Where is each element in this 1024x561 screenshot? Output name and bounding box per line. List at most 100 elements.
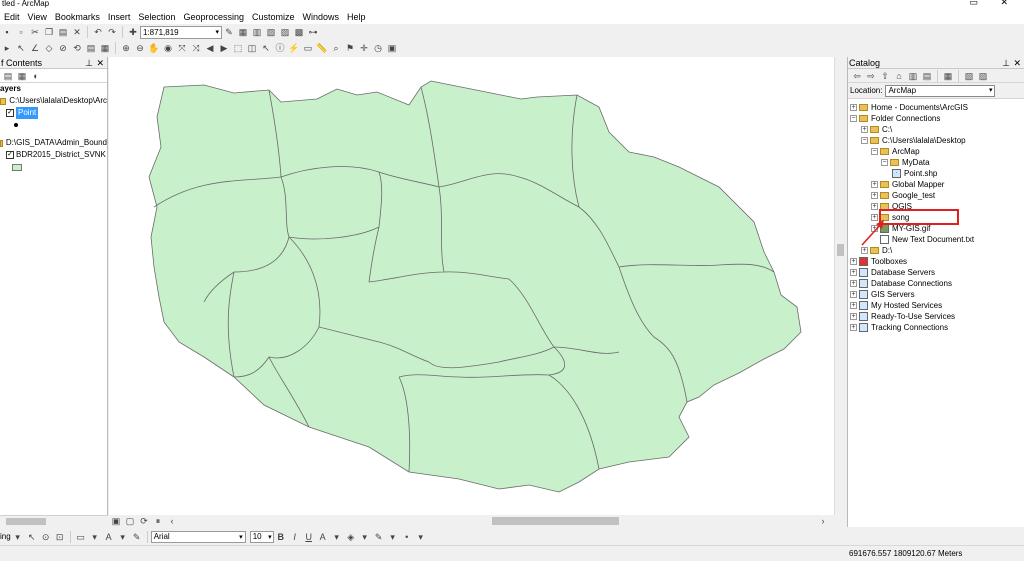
tree-item-global-mapper[interactable]: + Global Mapper [850, 179, 1024, 190]
menu-selection[interactable]: Selection [134, 12, 179, 22]
tree-item-c-drive[interactable]: + C:\ [850, 124, 1024, 135]
tree-item-ready[interactable]: + Ready-To-Use Services [850, 311, 1024, 322]
forward-icon[interactable]: ⇨ [865, 70, 877, 82]
expand-icon[interactable]: + [871, 203, 878, 210]
cut-icon[interactable]: ✂ [29, 26, 41, 38]
map-view[interactable] [109, 57, 834, 515]
tree-item-arcmap[interactable]: − ArcMap [850, 146, 1024, 157]
collapse-icon[interactable]: − [861, 137, 868, 144]
pan-icon[interactable]: ✋ [148, 42, 160, 54]
bold-icon[interactable]: B [275, 531, 287, 543]
next-extent-icon[interactable]: ▶ [218, 42, 230, 54]
measure-icon[interactable]: 📏 [316, 42, 328, 54]
dropdown-icon[interactable]: ▾ [415, 531, 427, 543]
underline-icon[interactable]: U [303, 531, 315, 543]
chevron-down-icon[interactable]: ▾ [989, 86, 993, 96]
font-color-icon[interactable]: A [317, 531, 329, 543]
select-elements-icon[interactable]: ↖ [260, 42, 272, 54]
location-input[interactable]: ArcMap ▾ [885, 84, 996, 97]
expand-icon[interactable]: + [871, 181, 878, 188]
views-icon[interactable]: ▦ [942, 70, 954, 82]
tree-item-tracking[interactable]: + Tracking Connections [850, 322, 1024, 333]
toggle-contents-icon[interactable]: ▨ [977, 70, 989, 82]
menu-customize[interactable]: Customize [248, 12, 299, 22]
toc-group-desktop[interactable]: C:\Users\lalala\Desktop\Arc [0, 95, 107, 107]
html-popup-icon[interactable]: ▭ [302, 42, 314, 54]
tree-item-desktop[interactable]: − C:\Users\lalala\Desktop [850, 135, 1024, 146]
expand-icon[interactable]: + [871, 192, 878, 199]
scroll-left-icon[interactable]: ‹ [166, 515, 178, 527]
zoom-in-icon[interactable]: ⊕ [120, 42, 132, 54]
marker-color-icon[interactable]: • [401, 531, 413, 543]
map-scale-input[interactable]: 1:871,819 ▾ [140, 25, 222, 39]
connect-folder-icon[interactable]: ▥ [907, 70, 919, 82]
expand-icon[interactable]: + [850, 291, 857, 298]
menu-geoprocessing[interactable]: Geoprocessing [179, 12, 248, 22]
menu-edit[interactable]: Edit [0, 12, 24, 22]
clear-selection-icon[interactable]: ◫ [246, 42, 258, 54]
menu-insert[interactable]: Insert [104, 12, 135, 22]
paste-icon[interactable]: ▤ [57, 26, 69, 38]
collapse-icon[interactable]: − [881, 159, 888, 166]
arctoolbox-icon[interactable]: ▨ [279, 26, 291, 38]
refresh-icon[interactable]: ⟳ [138, 515, 150, 527]
goto-xy-icon[interactable]: ✛ [358, 42, 370, 54]
find-route-icon[interactable]: ⚑ [344, 42, 356, 54]
expand-icon[interactable]: + [850, 313, 857, 320]
scroll-thumb[interactable] [837, 244, 844, 256]
text-icon[interactable]: A [103, 531, 115, 543]
previous-extent-icon[interactable]: ◀ [204, 42, 216, 54]
visibility-checkbox[interactable]: ✓ [6, 151, 14, 159]
list-by-source-icon[interactable]: ▦ [16, 70, 28, 82]
split-icon[interactable]: ⊘ [57, 42, 69, 54]
district-boundary[interactable] [148, 80, 802, 493]
find-icon[interactable]: ⌕ [330, 42, 342, 54]
rotate-icon[interactable]: ⟲ [71, 42, 83, 54]
menu-help[interactable]: Help [343, 12, 370, 22]
up-one-level-icon[interactable]: ⇧ [879, 70, 891, 82]
list-by-visibility-icon[interactable]: ◐ [30, 70, 42, 82]
point-layer-label[interactable]: Point [16, 107, 39, 119]
district-polygons[interactable] [148, 80, 802, 493]
list-by-drawing-order-icon[interactable]: ▤ [2, 70, 14, 82]
modelbuilder-icon[interactable]: ⊶ [307, 26, 319, 38]
dropdown-icon[interactable]: ▾ [387, 531, 399, 543]
font-size-select[interactable]: 10 ▾ [249, 530, 274, 543]
tree-item-db-servers[interactable]: + Database Servers [850, 267, 1024, 278]
toc-group-admin[interactable]: D:\GIS_DATA\Admin_Bound [0, 137, 107, 149]
dropdown-icon[interactable]: ▾ [359, 531, 371, 543]
select-elements-icon[interactable]: ↖ [26, 531, 38, 543]
python-icon[interactable]: ▩ [293, 26, 305, 38]
menu-windows[interactable]: Windows [299, 12, 344, 22]
full-extent-icon[interactable]: ◉ [162, 42, 174, 54]
italic-icon[interactable]: I [289, 531, 301, 543]
horizontal-scroll-thumb[interactable] [492, 517, 619, 525]
search-window-icon[interactable]: ▧ [265, 26, 277, 38]
close-icon[interactable]: ✕ [96, 57, 104, 69]
tree-item-mydata[interactable]: − MyData [850, 157, 1024, 168]
tree-item-home[interactable]: + Home - Documents\ArcGIS [850, 102, 1024, 113]
catalog-icon[interactable]: ▥ [251, 26, 263, 38]
close-icon[interactable]: ✕ [1013, 57, 1021, 69]
dropdown-icon[interactable]: ▾ [331, 531, 343, 543]
new-folder-icon[interactable]: ▧ [963, 70, 975, 82]
chevron-down-icon[interactable]: ▾ [239, 533, 245, 541]
sketch-properties-icon[interactable]: ▦ [99, 42, 111, 54]
draw-icon[interactable]: ✎ [131, 531, 143, 543]
scroll-thumb[interactable] [6, 518, 46, 525]
tree-item-folder-connections[interactable]: − Folder Connections [850, 113, 1024, 124]
hyperlink-icon[interactable]: ⚡ [288, 42, 300, 54]
map-vertical-scrollbar[interactable] [834, 57, 846, 515]
map-canvas[interactable] [109, 57, 834, 515]
layers-dataframe[interactable]: ayers [0, 83, 107, 95]
select-features-icon[interactable]: ⬚ [232, 42, 244, 54]
back-icon[interactable]: ⇦ [851, 70, 863, 82]
line-color-icon[interactable]: ✎ [373, 531, 385, 543]
sketch-icon[interactable]: ∠ [29, 42, 41, 54]
delete-icon[interactable]: ✕ [71, 26, 83, 38]
menu-bookmarks[interactable]: Bookmarks [51, 12, 104, 22]
font-name-select[interactable]: Arial ▾ [150, 530, 246, 543]
save-icon[interactable]: ▪ [1, 26, 13, 38]
expand-icon[interactable]: + [850, 269, 857, 276]
tree-item-google-test[interactable]: + Google_test [850, 190, 1024, 201]
